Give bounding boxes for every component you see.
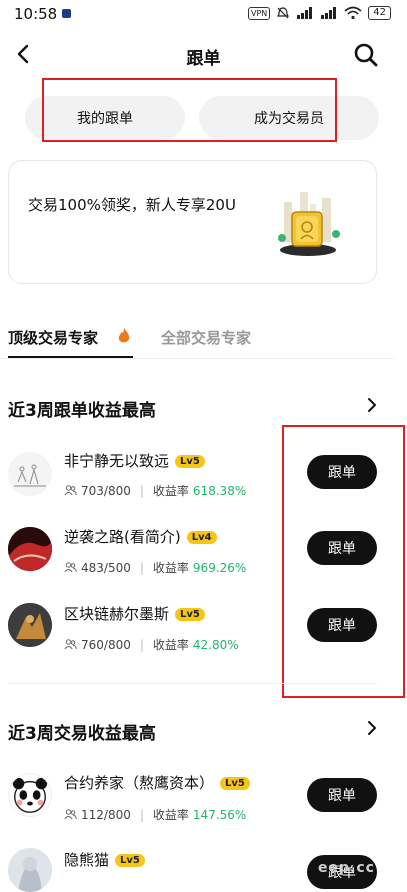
level-badge: Lv5 [220,777,250,790]
avatar[interactable] [8,603,52,647]
follow-button[interactable]: 跟单 [307,778,377,812]
return-rate: 42.80% [192,637,239,652]
section-divider [8,683,377,684]
chevron-right-icon[interactable] [365,719,379,737]
level-badge: Lv5 [175,608,205,621]
rate-label: 收益率 [152,561,189,575]
signal-icon-2 [321,7,337,19]
watermark: eep.cc [318,860,375,876]
rate-label: 收益率 [152,808,189,822]
return-rate: 147.56% [192,807,247,822]
section-title-top-trade-returns: 近3周交易收益最高 [8,724,156,744]
level-badge: Lv4 [186,531,217,544]
page-title: 跟单 [186,49,221,69]
chevron-right-icon[interactable] [365,396,379,414]
fire-icon [118,328,130,343]
followers-icon [64,562,77,573]
trader-name[interactable]: 合约养家（熬鹰资本） Lv5 [64,772,250,793]
followers-icon [64,639,77,650]
notification-icon [62,9,71,18]
trader-name[interactable]: 区块链赫尔墨斯 Lv5 [64,603,205,624]
follower-count: 112/800 [81,807,131,822]
status-icons: VPN 42 [247,6,391,20]
follower-count: 483/500 [81,560,131,575]
followers-icon [64,809,77,820]
tab-divider [0,358,395,359]
wifi-icon [344,6,362,20]
battery-indicator: 42 [368,6,391,20]
search-icon[interactable] [353,42,379,68]
rate-label: 收益率 [152,638,189,652]
rate-label: 收益率 [152,484,189,498]
followers-icon [64,485,77,496]
trader-name[interactable]: 非宁静无以致远 Lv5 [64,450,205,471]
trader-stats: 703/800 | 收益率 618.38% [64,482,246,499]
level-badge: Lv5 [115,854,145,867]
level-badge: Lv5 [175,455,205,468]
tab-all-experts[interactable]: 全部交易专家 [161,327,251,348]
section-title-top-follow-returns: 近3周跟单收益最高 [8,401,156,421]
avatar[interactable] [8,452,52,496]
status-bar: 10:58 VPN 42 [0,0,407,30]
trader-stats: 760/800 | 收益率 42.80% [64,636,239,653]
promo-banner-text: 交易100%领奖，新人专享20U [28,196,236,214]
signal-icon [297,7,313,19]
follower-count: 760/800 [81,637,131,652]
avatar[interactable] [8,848,52,892]
tab-top-experts[interactable]: 顶级交易专家 [8,327,98,348]
vpn-badge: VPN [247,6,271,20]
follower-count: 703/800 [81,483,131,498]
mute-bell-icon [277,7,290,19]
status-time: 10:58 [14,5,58,23]
highlight-box-follow-buttons [282,425,405,698]
avatar[interactable] [8,527,52,571]
highlight-box-top [42,78,337,142]
trader-name[interactable]: 隐熊猫 Lv5 [64,849,145,870]
gold-coin-illustration-icon [278,192,340,256]
return-rate: 969.26% [192,560,247,575]
trader-stats: 483/500 | 收益率 969.26% [64,559,246,576]
trader-stats: 112/800 | 收益率 147.56% [64,806,246,823]
avatar[interactable] [8,773,52,817]
return-rate: 618.38% [192,483,247,498]
trader-name[interactable]: 逆袭之路(看简介) Lv4 [64,526,217,547]
